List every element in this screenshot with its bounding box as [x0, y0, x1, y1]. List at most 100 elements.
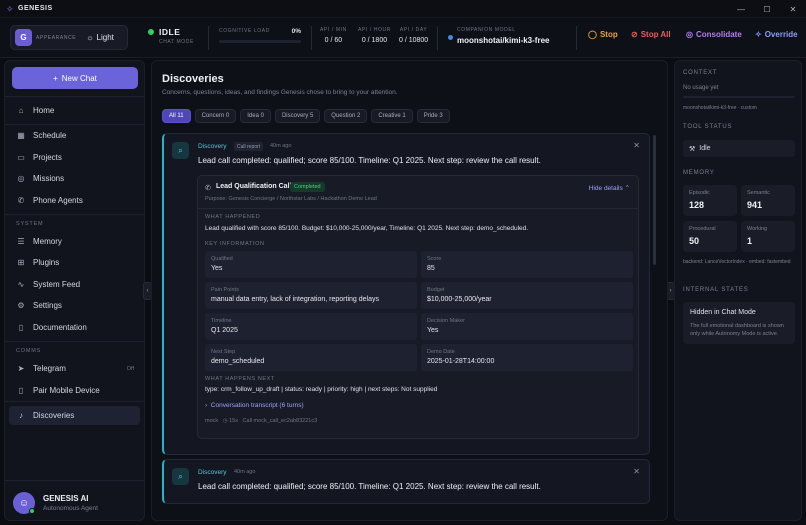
key-info-value: 2025-01-28T14:00:00 [427, 358, 495, 365]
hide-details-button[interactable]: Hide details ⌃ [589, 184, 630, 192]
phone-icon: ✆ [205, 185, 211, 192]
phone-icon: ✆ [17, 196, 25, 205]
what-happened-label: WHAT HAPPENED [205, 214, 261, 220]
sidebar-item-system-feed[interactable]: ∿ System Feed [9, 275, 140, 294]
memory-stat-value: 128 [689, 200, 705, 210]
memory-stat: Episodic 128 [683, 185, 737, 216]
override-label: Override [764, 30, 798, 39]
key-info-item: Timeline Q1 2025 [205, 313, 417, 340]
appearance-toggle[interactable]: G APPEARANCE ☼ Light [10, 25, 128, 50]
key-info-value: demo_scheduled [211, 358, 265, 365]
user-profile[interactable]: ☺ GENESIS AI Autonomous Agent [13, 490, 139, 516]
call-meta: mock ◷ 15s Call mock_call_ec2ab83221c3 [205, 418, 317, 424]
minimize-button[interactable]: — [728, 0, 754, 18]
comms-section-label: COMMS [16, 348, 42, 354]
memory-stat: Semantic 941 [741, 185, 795, 216]
sidebar-item-telegram[interactable]: ➤ Telegram Off [9, 359, 140, 378]
stop-circle-icon: ◯ [588, 30, 597, 39]
meta-call-id: Call mock_call_ec2ab83221c3 [242, 418, 318, 424]
new-chat-label: New Chat [61, 73, 97, 83]
stop-label: Stop [599, 30, 618, 39]
filter-concern[interactable]: Concern 0 [194, 109, 237, 123]
stop-all-button[interactable]: ⊘ Stop All [631, 30, 671, 39]
key-info-label: KEY INFORMATION [205, 241, 265, 247]
scrollbar[interactable] [653, 135, 656, 265]
sidebar-item-schedule[interactable]: ▦ Schedule [9, 126, 140, 145]
new-chat-button[interactable]: + New Chat [12, 67, 138, 89]
sidebar-item-pair-mobile[interactable]: ▯ Pair Mobile Device [9, 381, 140, 400]
call-title: Lead Qualification Call [216, 183, 292, 190]
memory-stat-label: Working [747, 226, 768, 232]
divider [198, 208, 638, 209]
key-info-item: Next Step demo_scheduled [205, 344, 417, 371]
divider [576, 26, 577, 50]
key-info-item: Budget $10,000-25,000/year [421, 282, 633, 309]
sidebar-item-home[interactable]: ⌂ Home [9, 101, 140, 120]
right-panel: CONTEXT No usage yet moonshotai/kimi-k3-… [674, 60, 802, 521]
companion-value: moonshotai/kimi-k3-free [457, 36, 550, 45]
filter-pride[interactable]: Pride 3 [416, 109, 450, 123]
theme-toggle-button[interactable]: ☼ Light [86, 33, 114, 42]
api-hour-label: API / HOUR [358, 27, 391, 33]
cognitive-load: COGNITIVE LOAD 0% [219, 28, 301, 43]
chevron-right-icon: › [669, 288, 672, 294]
ban-icon: ⊘ [631, 30, 638, 39]
filter-all[interactable]: All 11 [162, 109, 191, 123]
card-type: Discovery [198, 143, 227, 150]
dismiss-button[interactable]: ✕ [633, 141, 640, 150]
sidebar-item-label: Schedule [33, 131, 67, 140]
internal-states-box: Hidden in Chat Mode The full emotional d… [683, 302, 795, 344]
hide-details-label: Hide details [588, 185, 623, 192]
page-subtitle: Concerns, questions, ideas, and findings… [162, 89, 398, 96]
sidebar-item-settings[interactable]: ⚙ Settings [9, 296, 140, 315]
activity-icon: ∿ [17, 280, 25, 289]
close-window-button[interactable]: ✕ [780, 0, 806, 18]
key-info-key: Demo Date [427, 349, 455, 355]
sidebar-item-memory[interactable]: ☰ Memory [9, 232, 140, 251]
transcript-toggle[interactable]: › Conversation transcript (6 turns) [205, 402, 304, 409]
filter-creative[interactable]: Creative 1 [371, 109, 413, 123]
app-name: GENESIS [18, 5, 53, 12]
internal-states-title: Hidden in Chat Mode [690, 309, 756, 316]
sidebar-item-projects[interactable]: ▭ Projects [9, 148, 140, 167]
sidebar-item-missions[interactable]: ◎ Missions [9, 169, 140, 188]
filter-question[interactable]: Question 2 [324, 109, 368, 123]
brain-icon: ◎ [686, 30, 693, 39]
dismiss-button[interactable]: ✕ [633, 467, 640, 476]
sidebar-item-plugins[interactable]: ⊞ Plugins [9, 253, 140, 272]
what-happened-text: Lead qualified with score 85/100. Budget… [205, 225, 529, 232]
memory-stat-value: 1 [747, 236, 753, 246]
key-info-key: Budget [427, 287, 445, 293]
calendar-icon: ▦ [17, 131, 25, 140]
override-button[interactable]: ✧ Override [755, 30, 798, 39]
consolidate-button[interactable]: ◎ Consolidate [686, 30, 742, 39]
sidebar-item-discoveries[interactable]: ♪ Discoveries [9, 406, 140, 425]
call-details: ✆ Lead Qualification Call Completed Purp… [197, 175, 639, 439]
meta-mock: mock [205, 418, 219, 424]
discovery-card[interactable]: ⌕ Discovery 40m ago ✕ Lead call complete… [162, 459, 650, 504]
cognitive-load-bar [219, 40, 301, 43]
card-time: 40m ago [270, 143, 292, 149]
key-info-value: 85 [427, 265, 435, 272]
stop-button[interactable]: ◯ Stop [588, 30, 618, 39]
home-icon: ⌂ [18, 106, 24, 115]
filter-discovery[interactable]: Discovery 5 [274, 109, 321, 123]
context-bar [683, 96, 795, 98]
gear-icon: ⚙ [17, 301, 25, 310]
wrench-icon: ⚒ [689, 145, 696, 153]
filter-idea[interactable]: Idea 0 [240, 109, 271, 123]
key-info-key: Score [427, 256, 442, 262]
memory-stat-label: Episodic [689, 190, 710, 196]
user-role: Autonomous Agent [43, 505, 98, 512]
key-info-item: Demo Date 2025-01-28T14:00:00 [421, 344, 633, 371]
sidebar-item-label: Discoveries [33, 411, 75, 420]
tool-status-label: TOOL STATUS [683, 124, 733, 130]
tool-status: ⚒ Idle [683, 140, 795, 157]
companion-label: COMPANION MODEL [457, 27, 516, 33]
sidebar-item-documentation[interactable]: ▯ Documentation [9, 318, 140, 337]
folder-icon: ▭ [17, 153, 25, 162]
sidebar-item-phone-agents[interactable]: ✆ Phone Agents [9, 191, 140, 210]
discovery-card[interactable]: ⌕ Discovery Call report 40m ago ✕ Lead c… [162, 133, 650, 455]
key-info-key: Timeline [211, 318, 232, 324]
maximize-button[interactable]: ☐ [754, 0, 780, 18]
